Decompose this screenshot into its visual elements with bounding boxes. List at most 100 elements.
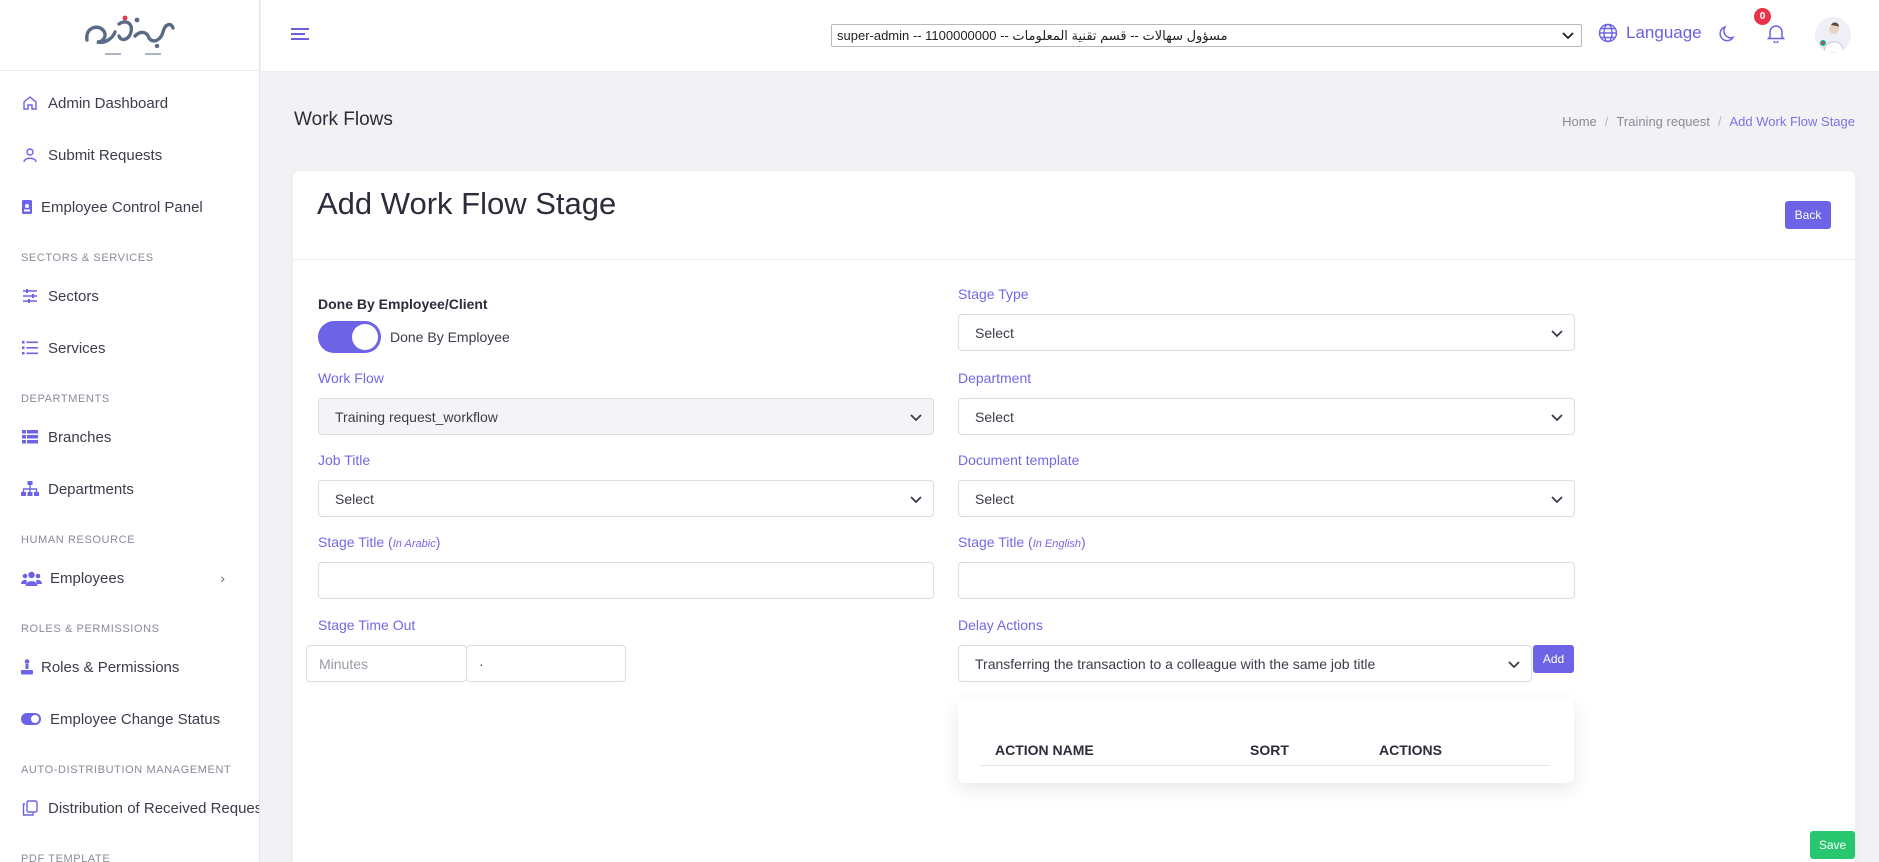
table-header-sort: SORT — [1250, 742, 1289, 758]
doc-template-value: Select — [975, 490, 1014, 507]
job-title-label: Job Title — [318, 452, 371, 468]
section-title: DEPARTMENTS — [21, 393, 110, 405]
sidebar-item-label: Submit Requests — [48, 146, 163, 164]
chevron-down-icon — [1508, 661, 1520, 669]
logo[interactable] — [0, 0, 259, 71]
done-by-value: Done By Employee — [390, 329, 510, 345]
stage-title-en-label: Stage Title (In English) — [958, 534, 1086, 550]
chevron-down-icon — [910, 414, 922, 422]
users-icon — [21, 569, 42, 587]
job-title-value: Select — [335, 490, 374, 507]
breadcrumb: Home / Training request / Add Work Flow … — [1562, 114, 1855, 129]
chevron-down-icon — [1551, 330, 1563, 338]
stage-type-label: Stage Type — [958, 286, 1029, 302]
done-by-toggle[interactable] — [318, 321, 381, 353]
section-title: AUTO-DISTRIBUTION MANAGEMENT — [21, 764, 232, 776]
list-icon — [21, 339, 39, 357]
sidebar-item-label: Departments — [48, 480, 134, 498]
table-header-action-name: ACTION NAME — [995, 742, 1094, 758]
sidebar-item-label: Distribution of Received Reques — [48, 799, 260, 817]
timeout-value-input[interactable]: · — [466, 645, 626, 682]
sidebar-item-employee-control-panel[interactable]: Employee Control Panel — [0, 181, 259, 233]
sidebar-item-admin-dashboard[interactable]: Admin Dashboard — [0, 77, 259, 129]
globe-icon — [1598, 23, 1618, 43]
department-label: Department — [958, 370, 1032, 386]
sidebar-item-sectors[interactable]: Sectors — [0, 270, 259, 322]
chevron-right-icon: › — [220, 570, 225, 586]
delay-actions-value: Transferring the transaction to a collea… — [975, 655, 1376, 672]
account-select[interactable]: super-admin -- 1100000000 -- مسؤول سهالا… — [831, 24, 1582, 47]
back-button[interactable]: Back — [1785, 201, 1831, 229]
table-list-icon — [21, 428, 39, 446]
language-label: Language — [1626, 23, 1702, 42]
doc-template-select[interactable]: Select — [958, 480, 1575, 517]
sidebar-item-roles-permissions[interactable]: Roles & Permissions — [0, 641, 259, 693]
avatar[interactable] — [1815, 17, 1851, 53]
sidebar-item-label: Roles & Permissions — [41, 658, 180, 676]
home-icon — [21, 94, 39, 112]
save-button[interactable]: Save — [1810, 831, 1855, 859]
sidebar-item-label: Services — [48, 339, 106, 357]
add-button[interactable]: Add — [1533, 645, 1574, 673]
sidebar: Admin Dashboard Submit Requests Employee… — [0, 0, 260, 862]
work-flow-value: Training request_workflow — [335, 408, 498, 425]
sitemap-icon — [21, 480, 39, 498]
sidebar-item-submit-requests[interactable]: Submit Requests — [0, 129, 259, 181]
chevron-down-icon — [1551, 414, 1563, 422]
work-flow-label: Work Flow — [318, 370, 384, 386]
sidebar-item-label: Sectors — [48, 287, 99, 305]
stage-type-value: Select — [975, 324, 1014, 341]
stage-type-select[interactable]: Select — [958, 314, 1575, 351]
notification-badge: 0 — [1754, 8, 1771, 25]
sidebar-item-branches[interactable]: Branches — [0, 411, 259, 463]
work-flow-select[interactable]: Training request_workflow — [318, 398, 934, 435]
page-title: Work Flows — [294, 109, 393, 130]
department-value: Select — [975, 408, 1014, 425]
chevron-down-icon — [1551, 496, 1563, 504]
delay-actions-table: ACTION NAME SORT ACTIONS — [958, 699, 1574, 783]
timeout-unit-placeholder: Minutes — [319, 655, 369, 672]
department-select[interactable]: Select — [958, 398, 1575, 435]
copy-icon — [21, 799, 39, 817]
card-header: Add Work Flow Stage Back — [293, 171, 1855, 260]
breadcrumb-home[interactable]: Home — [1562, 114, 1597, 129]
chevron-down-icon — [1562, 32, 1574, 40]
timeout-label: Stage Time Out — [318, 617, 416, 633]
logo-icon — [84, 15, 175, 55]
topbar: super-admin -- 1100000000 -- مسؤول سهالا… — [261, 0, 1879, 72]
timeout-unit-input[interactable]: Minutes — [306, 645, 467, 682]
user-icon — [21, 146, 39, 164]
section-title: ROLES & PERMISSIONS — [21, 623, 160, 635]
sidebar-item-departments[interactable]: Departments — [0, 463, 259, 515]
done-by-label: Done By Employee/Client — [318, 296, 488, 312]
doc-template-label: Document template — [958, 452, 1080, 468]
account-select-value: super-admin -- 1100000000 -- مسؤول سهالا… — [837, 27, 1228, 43]
sidebar-item-label: Employees — [50, 569, 125, 587]
delay-actions-label: Delay Actions — [958, 617, 1043, 633]
timeout-value: · — [479, 655, 484, 672]
section-title: SECTORS & SERVICES — [21, 252, 154, 264]
sidebar-item-distribution[interactable]: Distribution of Received Reques — [0, 782, 259, 834]
stage-title-ar-label: Stage Title (In Arabic) — [318, 534, 441, 550]
section-title: PDF TEMPLATE — [21, 853, 111, 862]
chevron-down-icon — [910, 496, 922, 504]
table-divider — [980, 765, 1550, 766]
sidebar-item-label: Branches — [48, 428, 112, 446]
stage-title-ar-input[interactable] — [318, 562, 934, 599]
sidebar-item-employee-change-status[interactable]: Employee Change Status — [0, 693, 259, 745]
sidebar-item-employees[interactable]: Employees › — [0, 552, 259, 604]
sliders-icon — [21, 287, 39, 305]
section-title: HUMAN RESOURCE — [21, 534, 136, 546]
menu-toggle-icon[interactable] — [291, 28, 309, 42]
id-badge-icon — [21, 198, 33, 216]
moon-icon[interactable] — [1719, 25, 1737, 43]
sidebar-item-services[interactable]: Services — [0, 322, 259, 374]
stage-title-en-input[interactable] — [958, 562, 1575, 599]
delay-actions-select[interactable]: Transferring the transaction to a collea… — [958, 645, 1532, 682]
bell-icon[interactable] — [1767, 23, 1785, 43]
language-button[interactable]: Language — [1598, 23, 1702, 43]
job-title-select[interactable]: Select — [318, 480, 934, 517]
sidebar-item-label: Employee Control Panel — [41, 198, 203, 216]
breadcrumb-training-request[interactable]: Training request — [1616, 114, 1709, 129]
sidebar-item-label: Admin Dashboard — [48, 94, 169, 112]
